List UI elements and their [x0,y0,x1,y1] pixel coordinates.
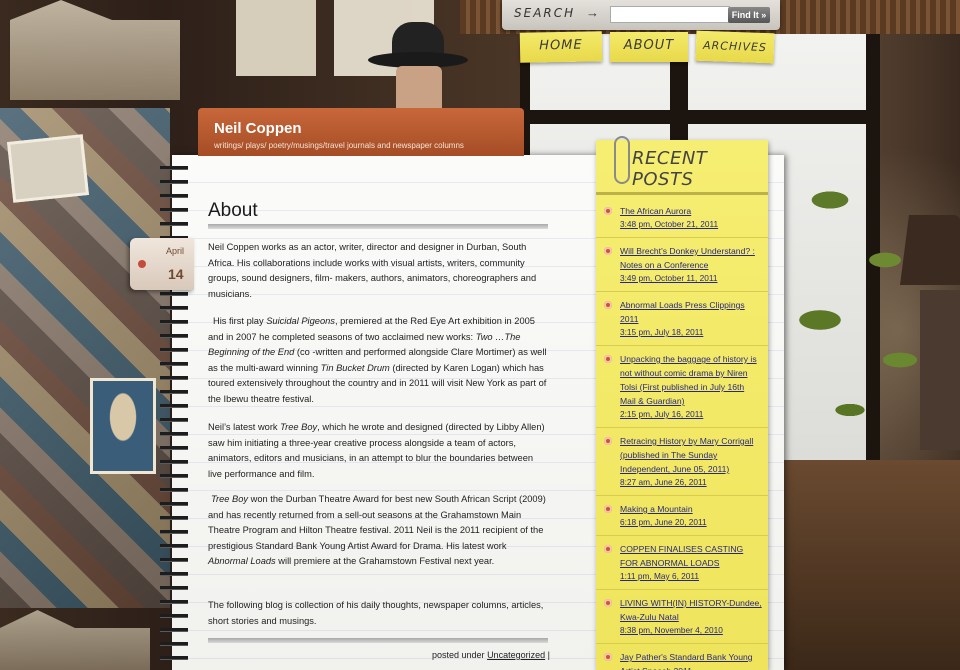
recent-post-title-link[interactable]: Jay Pather's Standard Bank Young Artist … [620,650,762,670]
about-paragraph-3: Neil’s latest work Tree Boy, which he wr… [208,422,545,479]
header-portrait-photo [368,22,468,108]
recent-post-date-link[interactable]: 2:15 pm, July 16, 2011 [620,408,762,421]
recent-post-item: Jay Pather's Standard Bank Young Artist … [596,644,768,670]
date-pin-icon [138,260,146,268]
bullet-icon [604,437,612,445]
site-tagline: writings/ plays/ poetry/musings/travel j… [214,141,464,150]
paperclip-icon [614,136,630,184]
page-title: About [208,200,258,221]
search-input[interactable] [610,6,730,23]
recent-post-date-link[interactable]: 8:27 am, June 26, 2011 [620,476,762,489]
about-paragraph-2: His first play Suicidal Pigeons, premier… [208,316,547,404]
bullet-icon [604,247,612,255]
recent-post-title-link[interactable]: Unpacking the baggage of history is not … [620,352,762,408]
about-paragraph-1: Neil Coppen works as an actor, writer, d… [208,242,537,299]
search-arrow-icon: → [586,5,599,20]
meta-separator: | [547,650,550,660]
recent-post-title-link[interactable]: LIVING WITH(IN) HISTORY-Dundee, Kwa-Zulu… [620,596,762,624]
recent-post-title-link[interactable]: Will Brecht's Donkey Understand? : Notes… [620,244,762,272]
background-lamp-shade [900,215,960,285]
recent-posts-sidebar: RECENT POSTS The African Aurora 3:48 pm, … [596,140,768,670]
recent-post-item: The African Aurora 3:48 pm, October 21, 2… [596,198,768,238]
site-title-link[interactable]: Neil Coppen [214,120,524,137]
search-submit-button[interactable]: Find It » [728,7,770,23]
bullet-icon [604,599,612,607]
date-tab: April 14 [130,238,194,290]
recent-post-item: LIVING WITH(IN) HISTORY-Dundee, Kwa-Zulu… [596,590,768,644]
recent-posts-heading: RECENT POSTS [632,148,708,190]
background-shelf [780,460,960,670]
background-plant [790,170,940,450]
bullet-icon [604,355,612,363]
recent-post-item: COPPEN FINALISES CASTING FOR ABNORMAL LO… [596,536,768,590]
sidebar-divider [596,192,768,195]
nav-home-link[interactable]: HOME [519,31,603,63]
recent-post-date-link[interactable]: 1:11 pm, May 6, 2011 [620,570,762,583]
nav-archives-link[interactable]: ARCHIVES [695,30,775,64]
about-paragraph-4: Tree Boy won the Durban Theatre Award fo… [208,494,546,567]
recent-post-title-link[interactable]: COPPEN FINALISES CASTING FOR ABNORMAL LO… [620,542,762,570]
date-month: April [166,246,185,256]
recent-post-date-link[interactable]: 3:48 pm, October 21, 2011 [620,218,762,231]
search-label: SEARCH [514,6,576,20]
about-paragraph-5: The following blog is collection of his … [208,600,544,626]
recent-post-date-link[interactable]: 3:15 pm, July 18, 2011 [620,326,762,339]
recent-posts-list: The African Aurora 3:48 pm, October 21, 2… [596,198,768,670]
category-link[interactable]: Uncategorized [487,650,545,660]
recent-post-title-link[interactable]: The African Aurora [620,204,762,218]
recent-post-item: Retracing History by Mary Corrigall (pub… [596,428,768,496]
photo-collage-strip [0,108,170,608]
recent-post-title-link[interactable]: Making a Mountain [620,502,762,516]
recent-post-item: Making a Mountain 6:18 pm, June 20, 2011 [596,496,768,536]
post-meta: posted under Uncategorized | [432,650,550,660]
recent-post-title-link[interactable]: Retracing History by Mary Corrigall (pub… [620,434,762,476]
background-lamp-base [920,290,960,450]
site-header-tab: Neil Coppen writings/ plays/ poetry/musi… [198,108,524,156]
recent-post-item: Unpacking the baggage of history is not … [596,346,768,428]
bullet-icon [604,653,612,661]
spiral-binding [160,160,188,670]
nav-about-link[interactable]: ABOUT [610,32,688,62]
bullet-icon [604,545,612,553]
posted-under-label: posted under [432,650,485,660]
footer-divider [208,638,548,643]
date-day: 14 [168,266,184,282]
title-divider [208,224,548,229]
main-content: About Neil Coppen works as an actor, wri… [208,200,550,626]
bullet-icon [604,207,612,215]
portrait-face [396,66,442,108]
recent-post-date-link[interactable]: 6:18 pm, June 20, 2011 [620,516,762,529]
bullet-icon [604,505,612,513]
recent-post-date-link[interactable]: 3:49 pm, October 11, 2011 [620,272,762,285]
recent-post-date-link[interactable]: 8:38 pm, November 4, 2010 [620,624,762,637]
recent-post-item: Abnormal Loads Press Clippings 2011 3:15 … [596,292,768,346]
recent-post-title-link[interactable]: Abnormal Loads Press Clippings 2011 [620,298,762,326]
recent-post-item: Will Brecht's Donkey Understand? : Notes… [596,238,768,292]
bullet-icon [604,301,612,309]
